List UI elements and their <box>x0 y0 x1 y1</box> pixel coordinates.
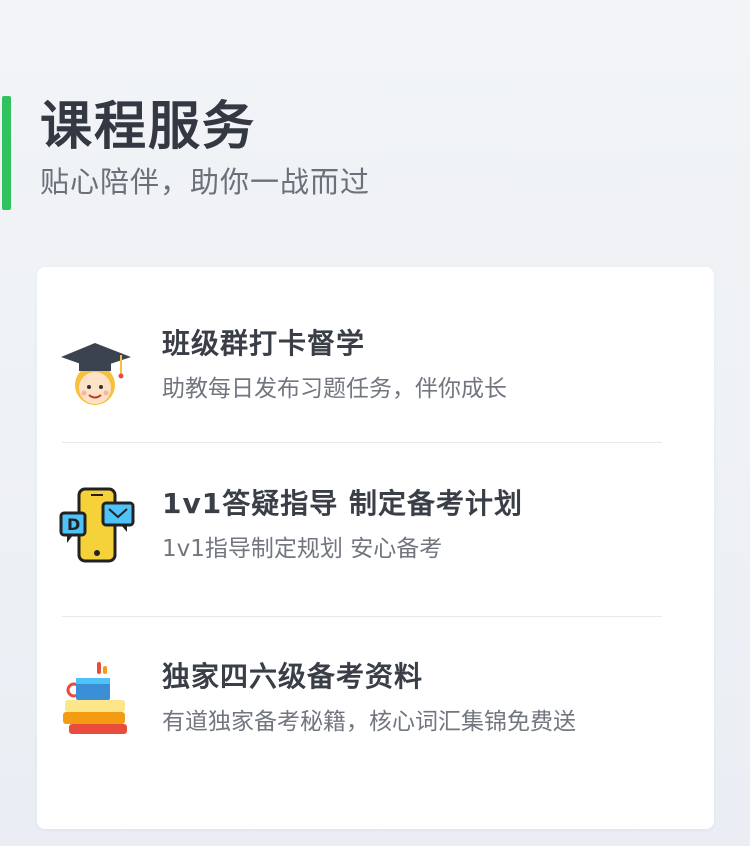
phone-chat-icon: D <box>59 487 135 563</box>
service-description: 有道独家备考秘籍，核心词汇集锦免费送 <box>162 709 576 735</box>
divider <box>62 616 662 617</box>
section-title: 课程服务 <box>40 97 257 157</box>
service-title: 1v1答疑指导 制定备考计划 <box>162 487 523 520</box>
divider <box>62 442 662 443</box>
accent-bar <box>2 96 11 210</box>
service-item-tutoring: D 1v1答疑指导 制定备考计划 1v1指导制定规划 安心备考 <box>37 487 714 627</box>
service-item-study-group: 班级群打卡督学 助教每日发布习题任务，伴你成长 <box>37 327 714 467</box>
section-header: 课程服务 贴心陪伴，助你一战而过 <box>0 96 750 210</box>
services-card: 班级群打卡督学 助教每日发布习题任务，伴你成长 D 1v1答疑指导 制定备考计划… <box>37 267 714 829</box>
graduate-student-icon <box>61 343 131 405</box>
books-coffee-icon <box>63 662 127 734</box>
svg-text:D: D <box>67 515 80 534</box>
service-description: 1v1指导制定规划 安心备考 <box>162 536 443 562</box>
service-title: 班级群打卡督学 <box>162 327 366 360</box>
section-subtitle: 贴心陪伴，助你一战而过 <box>40 165 371 199</box>
service-description: 助教每日发布习题任务，伴你成长 <box>162 376 507 402</box>
service-title: 独家四六级备考资料 <box>162 660 424 693</box>
service-item-materials: 独家四六级备考资料 有道独家备考秘籍，核心词汇集锦免费送 <box>37 660 714 800</box>
